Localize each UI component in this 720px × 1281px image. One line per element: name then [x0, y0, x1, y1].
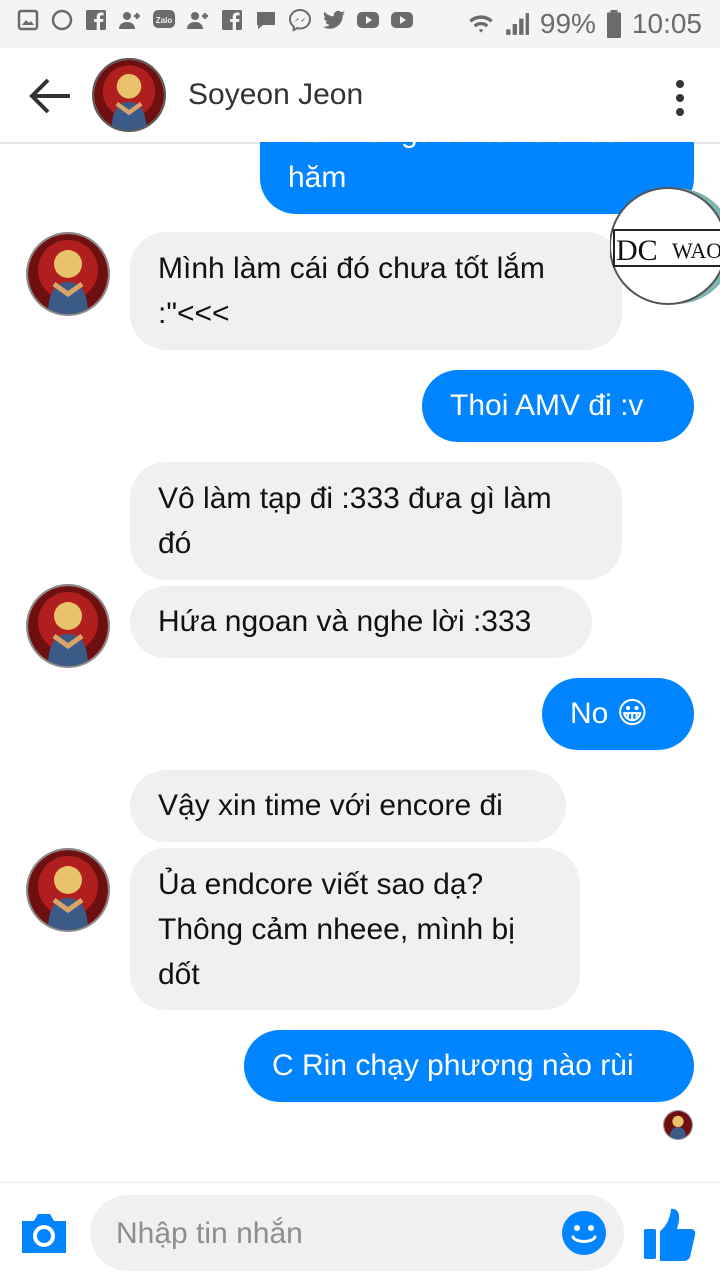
zalo-label: Zalo: [156, 16, 173, 25]
message-composer: [0, 1182, 720, 1281]
message-bubble-sent[interactable]: C Rin chạy phương nào rùi: [244, 1030, 694, 1102]
logo-text-right: WAO: [672, 238, 720, 263]
back-arrow-icon[interactable]: [28, 76, 72, 116]
sender-avatar[interactable]: [26, 848, 110, 932]
contact-avatar[interactable]: [92, 58, 166, 132]
battery-percent: 99%: [539, 8, 596, 39]
add-friend-icon: [186, 8, 210, 32]
message-bubble-received[interactable]: Hứa ngoan và nghe lời :333: [130, 586, 592, 658]
signal-icon: [506, 13, 529, 35]
sender-avatar[interactable]: [26, 232, 110, 316]
chat-icon: [254, 8, 278, 32]
facebook-icon: [220, 8, 244, 32]
camera-icon[interactable]: [18, 1209, 70, 1257]
clock: 10:05: [631, 8, 702, 39]
notification-icons: Zalo: [16, 8, 414, 32]
system-status: 99% 10:05: [468, 8, 702, 40]
zalo-icon: Zalo: [152, 8, 176, 32]
message-input[interactable]: [114, 1211, 558, 1257]
seen-avatar: [663, 1110, 693, 1140]
conversation-header: Soyeon Jeon: [0, 48, 720, 144]
circle-icon: [50, 8, 74, 32]
message-bubble-received[interactable]: Ủa endcore viết sao dạ? Thông cảm nheee,…: [130, 848, 580, 1010]
message-bubble-received[interactable]: Vô làm tạp đi :333 đưa gì làm đó: [130, 462, 622, 580]
message-bubble-received[interactable]: Vậy xin time với encore đi: [130, 770, 566, 842]
wifi-icon: [469, 15, 493, 33]
battery-icon: [606, 10, 621, 38]
more-options-icon[interactable]: [670, 78, 690, 118]
youtube-icon: [356, 8, 380, 32]
youtube-icon: [390, 8, 414, 32]
emoji-icon[interactable]: [560, 1209, 608, 1257]
logo-text-left: DC: [616, 234, 658, 267]
sender-avatar[interactable]: [26, 584, 110, 668]
contact-name[interactable]: Soyeon Jeon: [188, 78, 363, 112]
message-field[interactable]: [90, 1195, 624, 1271]
status-bar: Zalo 99% 10:05: [0, 0, 720, 48]
messenger-icon: [288, 8, 312, 32]
watermark-logo: DC WAO: [610, 187, 720, 305]
twitter-icon: [322, 8, 346, 32]
facebook-icon: [84, 8, 108, 32]
message-bubble-sent[interactable]: Thoi AMV đi :v: [422, 370, 694, 442]
message-bubble-sent[interactable]: No 😀: [542, 678, 694, 750]
gallery-icon: [16, 8, 40, 32]
add-friend-icon: [118, 8, 142, 32]
like-thumb-icon[interactable]: [642, 1205, 696, 1261]
message-bubble-received[interactable]: Mình làm cái đó chưa tốt lắm :"<<<: [130, 232, 622, 350]
